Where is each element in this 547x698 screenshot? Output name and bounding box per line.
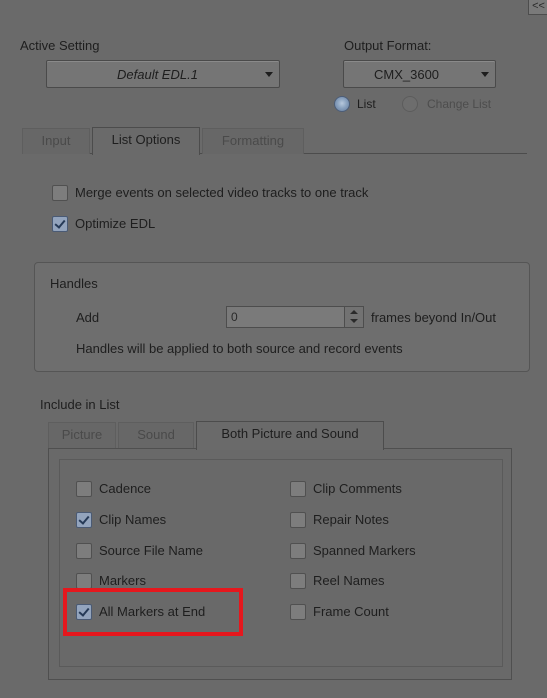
chevron-down-icon [481, 72, 489, 77]
spanned-markers-checkbox[interactable] [290, 543, 306, 559]
optimize-edl-label: Optimize EDL [75, 216, 156, 231]
arrow-up-icon [350, 310, 358, 314]
chevron-down-icon [265, 72, 273, 77]
handles-title: Handles [50, 276, 98, 291]
markers-label: Markers [99, 573, 146, 588]
tab-sound[interactable]: Sound [118, 422, 194, 448]
repair-notes-label: Repair Notes [313, 512, 389, 527]
merge-events-checkbox[interactable] [52, 185, 68, 201]
handles-add-label: Add [76, 310, 100, 325]
clip-comments-label: Clip Comments [313, 481, 402, 496]
tab-picture[interactable]: Picture [48, 422, 116, 448]
clip-comments-checkbox[interactable] [290, 481, 306, 497]
collapse-panel-button[interactable]: << [528, 0, 547, 15]
change-list-radio-label: Change List [427, 97, 492, 111]
include-in-list-title: Include in List [40, 397, 120, 412]
active-setting-dropdown[interactable]: Default EDL.1 [46, 60, 280, 88]
arrow-down-icon [350, 319, 358, 323]
active-setting-label: Active Setting [20, 38, 100, 53]
cadence-checkbox[interactable] [76, 481, 92, 497]
merge-events-label: Merge events on selected video tracks to… [75, 185, 369, 200]
frame-count-checkbox[interactable] [290, 604, 306, 620]
output-format-dropdown[interactable]: CMX_3600 [343, 60, 496, 88]
highlight-box [63, 588, 243, 636]
handles-note: Handles will be applied to both source a… [76, 341, 403, 356]
cadence-label: Cadence [99, 481, 152, 496]
tab-input[interactable]: Input [22, 128, 90, 154]
markers-checkbox[interactable] [76, 573, 92, 589]
optimize-edl-checkbox[interactable] [52, 216, 68, 232]
list-radio[interactable] [334, 96, 350, 112]
repair-notes-checkbox[interactable] [290, 512, 306, 528]
list-radio-label: List [357, 97, 376, 111]
stepper-buttons[interactable] [344, 307, 363, 327]
clip-names-checkbox[interactable] [76, 512, 92, 528]
change-list-radio[interactable] [402, 96, 418, 112]
reel-names-label: Reel Names [313, 573, 385, 588]
tab-formatting[interactable]: Formatting [202, 128, 304, 154]
reel-names-checkbox[interactable] [290, 573, 306, 589]
output-format-value: CMX_3600 [374, 67, 440, 82]
frame-count-label: Frame Count [313, 604, 389, 619]
tab-both-picture-and-sound[interactable]: Both Picture and Sound [196, 421, 384, 450]
clip-names-label: Clip Names [99, 512, 167, 527]
active-setting-value: Default EDL.1 [117, 67, 198, 82]
handles-frames-value: 0 [231, 310, 238, 324]
spanned-markers-label: Spanned Markers [313, 543, 416, 558]
source-file-name-checkbox[interactable] [76, 543, 92, 559]
output-format-label: Output Format: [344, 38, 432, 53]
tab-list-options[interactable]: List Options [92, 127, 200, 155]
handles-frames-stepper[interactable]: 0 [226, 306, 364, 328]
source-file-name-label: Source File Name [99, 543, 204, 558]
handles-frames-suffix: frames beyond In/Out [371, 310, 497, 325]
